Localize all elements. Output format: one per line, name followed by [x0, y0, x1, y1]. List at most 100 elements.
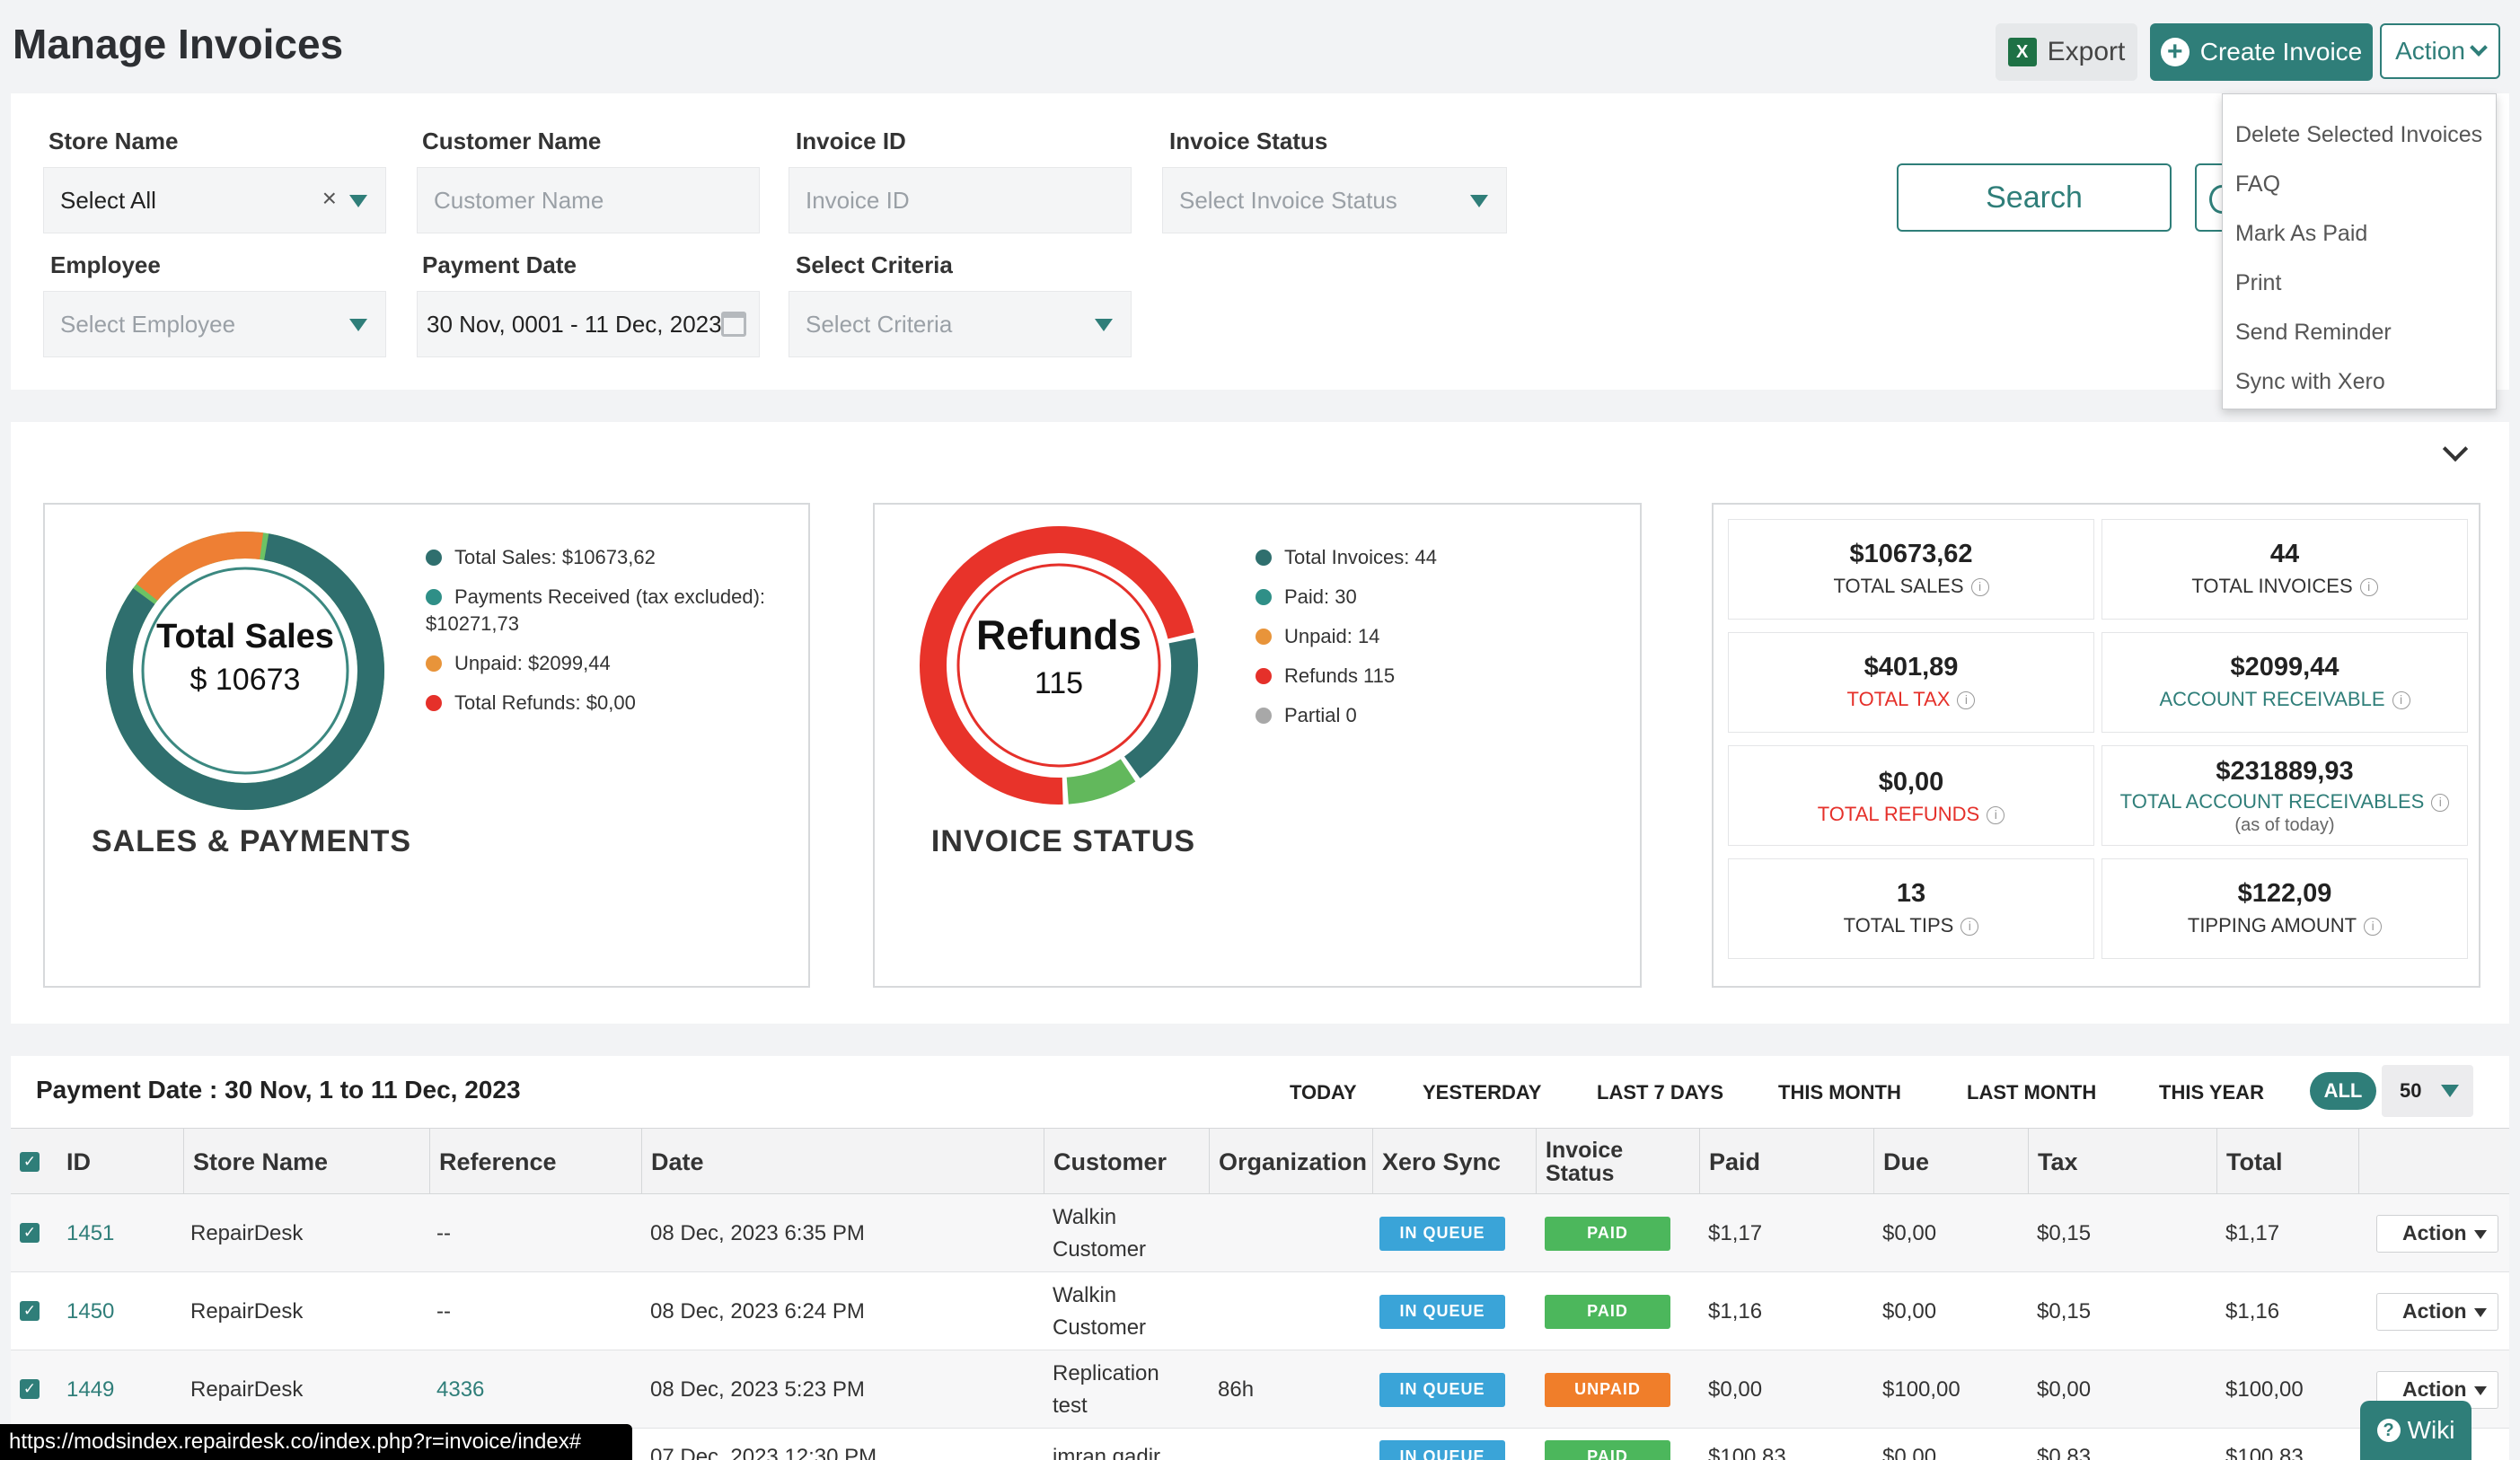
- row-due: $0,00: [1882, 1444, 1937, 1460]
- col-organization[interactable]: Organization: [1209, 1129, 1372, 1195]
- row-reference: --: [436, 1220, 451, 1245]
- menu-item-faq[interactable]: FAQ: [2223, 160, 2496, 209]
- menu-item-delete-selected[interactable]: Delete Selected Invoices: [2223, 110, 2496, 160]
- customer-name-input[interactable]: Customer Name: [417, 167, 760, 233]
- table-row[interactable]: ✓ 1449 RepairDesk 4336 08 Dec, 2023 5:23…: [11, 1350, 2509, 1429]
- info-icon[interactable]: i: [2359, 578, 2378, 597]
- caret-down-icon: [349, 319, 367, 331]
- col-date[interactable]: Date: [641, 1129, 1044, 1195]
- row-tax: $0,83: [2037, 1444, 2092, 1460]
- row-reference[interactable]: 4336: [427, 1350, 484, 1429]
- col-reference[interactable]: Reference: [429, 1129, 641, 1195]
- question-icon: ?: [2376, 1419, 2401, 1442]
- row-id[interactable]: 1450: [57, 1272, 114, 1350]
- select-criteria-label: Select Criteria: [796, 251, 953, 278]
- row-action-cell: Action: [2367, 1194, 2498, 1272]
- invoice-status-select[interactable]: Select Invoice Status: [1162, 167, 1507, 233]
- select-all-cell: ✓: [11, 1129, 59, 1195]
- invoice-id-label: Invoice ID: [796, 128, 906, 154]
- row-action-button[interactable]: Action: [2376, 1214, 2498, 1253]
- info-icon[interactable]: i: [2431, 794, 2450, 813]
- per-page-select[interactable]: 50: [2382, 1065, 2473, 1117]
- row-checkbox[interactable]: ✓: [20, 1301, 40, 1321]
- range-this-year[interactable]: THIS YEAR: [2159, 1081, 2264, 1104]
- row-due: $100,00: [1882, 1376, 1960, 1402]
- payment-date-range: Payment Date : 30 Nov, 1 to 11 Dec, 2023: [36, 1076, 521, 1104]
- col-invoice-status[interactable]: Invoice Status: [1536, 1129, 1699, 1195]
- info-icon[interactable]: i: [2392, 691, 2410, 710]
- row-checkbox[interactable]: ✓: [20, 1223, 40, 1243]
- table-row[interactable]: ✓ 1451 RepairDesk -- 08 Dec, 2023 6:35 P…: [11, 1194, 2509, 1272]
- stat-value: $122,09: [2237, 879, 2332, 908]
- row-organization: [1209, 1272, 1218, 1350]
- row-id[interactable]: 1451: [57, 1194, 114, 1272]
- col-store-name[interactable]: Store Name: [183, 1129, 429, 1195]
- col-id[interactable]: ID: [59, 1129, 183, 1195]
- row-checkbox[interactable]: ✓: [20, 1379, 40, 1399]
- calendar-icon[interactable]: [721, 312, 746, 337]
- legend-item-unpaid: Unpaid: $2099,44: [426, 652, 803, 675]
- info-icon[interactable]: i: [1960, 918, 1979, 937]
- col-due[interactable]: Due: [1873, 1129, 2028, 1195]
- row-action-button[interactable]: Action: [2376, 1292, 2498, 1331]
- range-all[interactable]: ALL: [2310, 1072, 2376, 1110]
- legend-text: Total Refunds: $0,00: [454, 691, 636, 714]
- legend-item-paid: Paid: 30: [1256, 585, 1633, 609]
- status-badge: PAID: [1545, 1216, 1670, 1251]
- invoice-id-input[interactable]: Invoice ID: [789, 167, 1132, 233]
- row-id[interactable]: 1449: [57, 1350, 114, 1429]
- col-paid[interactable]: Paid: [1699, 1129, 1873, 1195]
- info-icon[interactable]: i: [1987, 806, 2005, 825]
- sales-payments-card: Total Sales $ 10673 SALES & PAYMENTS Tot…: [43, 503, 810, 988]
- legend-item-payments: Payments Received (tax excluded):: [426, 585, 803, 609]
- menu-item-mark-paid[interactable]: Mark As Paid: [2223, 209, 2496, 259]
- legend-dot: [426, 550, 442, 566]
- legend-dot: [1256, 589, 1272, 605]
- search-button[interactable]: Search: [1897, 163, 2172, 232]
- table-row[interactable]: ✓ 1450 RepairDesk -- 08 Dec, 2023 6:24 P…: [11, 1272, 2509, 1350]
- row-customer: Walkin Customer: [1044, 1272, 1146, 1350]
- range-last-month[interactable]: LAST MONTH: [1967, 1081, 2096, 1104]
- range-last-7-days[interactable]: LAST 7 DAYS: [1597, 1081, 1723, 1104]
- criteria-placeholder: Select Criteria: [806, 310, 953, 338]
- export-button[interactable]: X Export: [1996, 23, 2137, 81]
- clear-icon[interactable]: ×: [322, 184, 337, 213]
- store-name-select[interactable]: Select All ×: [43, 167, 386, 233]
- col-tax[interactable]: Tax: [2028, 1129, 2216, 1195]
- range-today[interactable]: TODAY: [1290, 1081, 1357, 1104]
- info-icon[interactable]: i: [1957, 691, 1976, 710]
- col-xero-sync[interactable]: Xero Sync: [1372, 1129, 1536, 1195]
- stat-total-tips: 13 TOTAL TIPS i: [1728, 858, 2094, 959]
- stats-grid: $10673,62 TOTAL SALES i 44 TOTAL INVOICES…: [1712, 503, 2480, 988]
- row-date: 07 Dec, 2023 12:30 PM: [650, 1444, 877, 1460]
- range-yesterday[interactable]: YESTERDAY: [1423, 1081, 1541, 1104]
- action-dropdown-button[interactable]: Action: [2380, 23, 2500, 79]
- stat-value: $231889,93: [2216, 757, 2354, 786]
- chevron-down-icon: [2470, 39, 2488, 57]
- select-all-checkbox[interactable]: ✓: [20, 1152, 40, 1172]
- status-donut-arcs: [920, 526, 1198, 805]
- store-name-value: Select All: [60, 186, 156, 214]
- collapse-chevron-icon[interactable]: [2442, 435, 2469, 462]
- payment-date-input[interactable]: 30 Nov, 0001 - 11 Dec, 2023: [417, 291, 760, 357]
- menu-item-send-reminder[interactable]: Send Reminder: [2223, 308, 2496, 357]
- criteria-select[interactable]: Select Criteria: [789, 291, 1132, 357]
- xero-sync-badge: IN QUEUE: [1379, 1372, 1505, 1407]
- col-total[interactable]: Total: [2216, 1129, 2358, 1195]
- info-icon[interactable]: i: [2364, 918, 2383, 937]
- create-invoice-button[interactable]: + Create Invoice: [2150, 23, 2373, 81]
- range-this-month[interactable]: THIS MONTH: [1778, 1081, 1901, 1104]
- invoices-table-panel: Payment Date : 30 Nov, 1 to 11 Dec, 2023…: [11, 1056, 2509, 1460]
- stat-account-receivable: $2099,44 ACCOUNT RECEIVABLE i: [2101, 632, 2468, 733]
- stat-label: TOTAL REFUNDS: [1817, 803, 1980, 825]
- col-customer[interactable]: Customer: [1044, 1129, 1209, 1195]
- wiki-button[interactable]: ? Wiki: [2360, 1401, 2472, 1460]
- info-icon[interactable]: i: [1970, 578, 1989, 597]
- stat-value: $10673,62: [1849, 540, 1973, 568]
- menu-item-print[interactable]: Print: [2223, 259, 2496, 308]
- menu-item-sync-xero[interactable]: Sync with Xero: [2223, 357, 2496, 407]
- legend-item-partial: Partial 0: [1256, 704, 1633, 727]
- store-name-label: Store Name: [48, 128, 179, 154]
- employee-select[interactable]: Select Employee: [43, 291, 386, 357]
- row-due: $0,00: [1882, 1220, 1937, 1245]
